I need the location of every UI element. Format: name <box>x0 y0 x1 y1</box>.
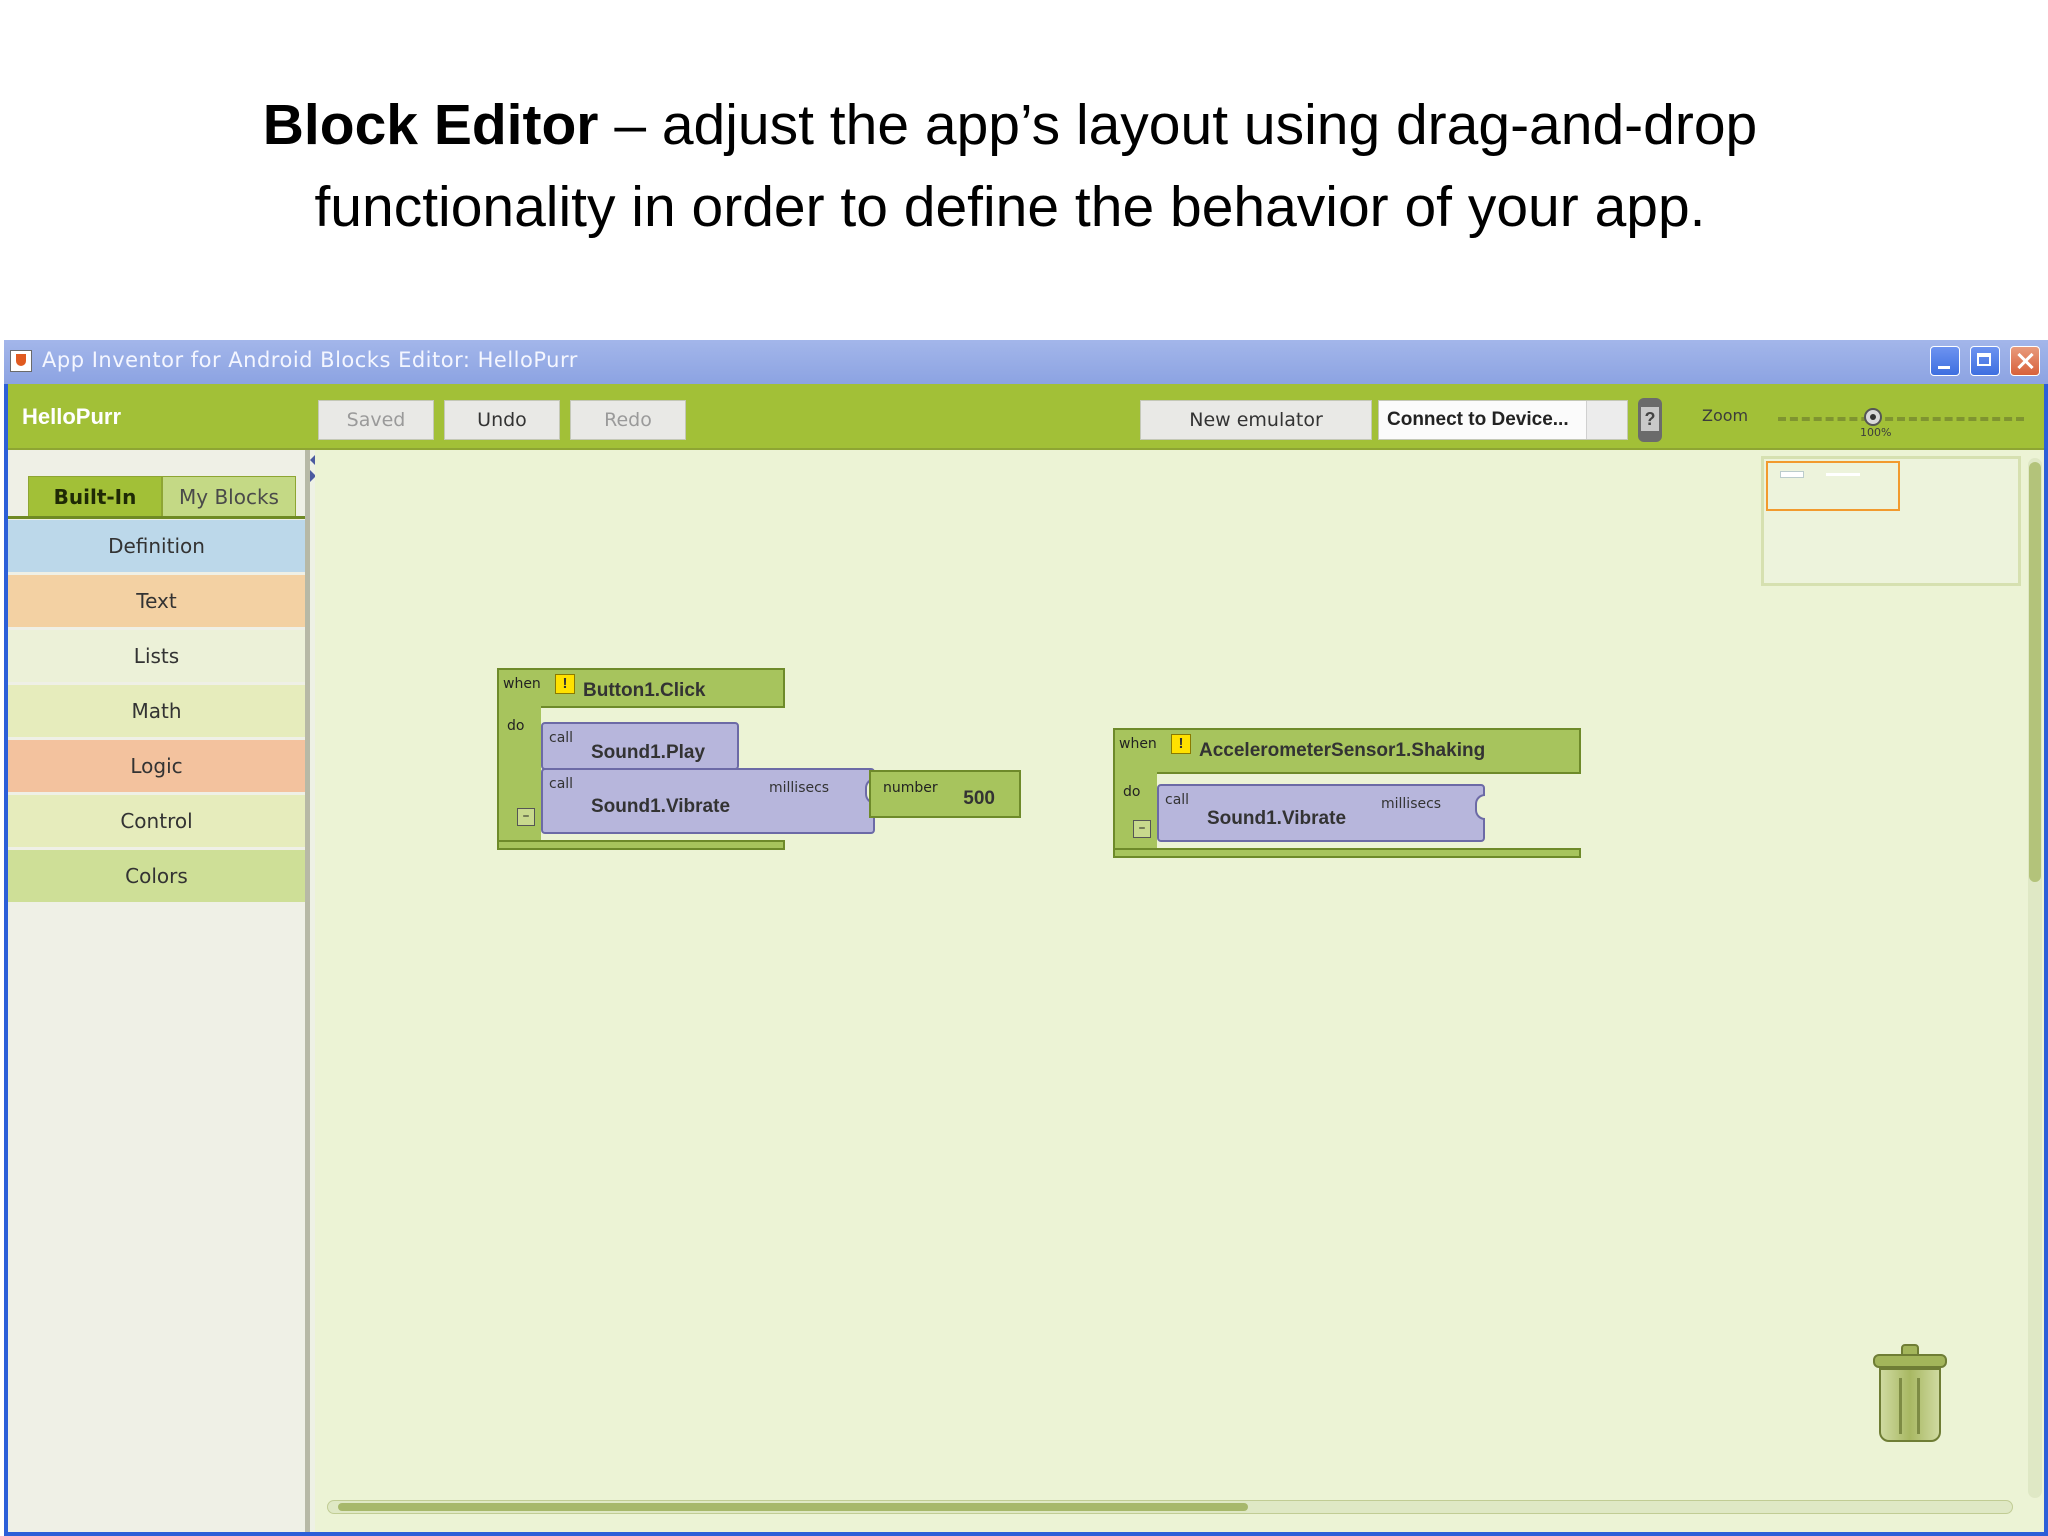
minimap-block <box>1780 471 1804 478</box>
drawer-text[interactable]: Text <box>8 575 305 627</box>
close-button[interactable] <box>2010 346 2040 376</box>
number-value[interactable]: 500 <box>963 788 995 810</box>
redo-button[interactable]: Redo <box>570 400 686 440</box>
vertical-scrollbar-thumb[interactable] <box>2029 462 2041 882</box>
vertical-scrollbar[interactable] <box>2028 458 2042 1498</box>
minimap-block <box>1826 473 1860 476</box>
tab-built-in[interactable]: Built-In <box>28 476 162 516</box>
event-block-footer <box>1113 848 1581 858</box>
trash-can-body <box>1879 1368 1941 1442</box>
project-name: HelloPurr <box>22 404 122 429</box>
slide-title-line2: functionality in order to define the beh… <box>314 175 1706 239</box>
call-block-sound1-vibrate[interactable]: call Sound1.Vibrate millisecs <box>541 768 875 834</box>
workspace-minimap[interactable] <box>1761 456 2021 586</box>
slide-title: Block Editor – adjust the app’s layout u… <box>0 84 2020 248</box>
blocks-editor-window: App Inventor for Android Blocks Editor: … <box>4 340 2048 1536</box>
drawer-colors[interactable]: Colors <box>8 850 305 902</box>
when-keyword: when <box>503 676 541 692</box>
zoom-label: Zoom <box>1702 406 1749 425</box>
drawer-control[interactable]: Control <box>8 795 305 847</box>
event-block-button1-click[interactable]: when ! Button1.Click do – call Sound1.Pl… <box>497 668 1021 858</box>
method-name: Sound1.Play <box>591 742 706 763</box>
when-keyword: when <box>1119 736 1157 752</box>
call-keyword: call <box>549 730 574 746</box>
undo-button[interactable]: Undo <box>444 400 560 440</box>
do-keyword: do <box>507 718 525 734</box>
collapse-icon[interactable]: – <box>517 808 535 826</box>
chevron-down-icon[interactable] <box>1586 401 1627 439</box>
slide-title-line1: – adjust the app’s layout using drag-and… <box>598 93 1758 157</box>
slide-title-bold: Block Editor <box>262 93 599 157</box>
event-block-header[interactable]: when ! Button1.Click <box>497 668 785 708</box>
help-phone-icon[interactable]: ? <box>1638 398 1662 442</box>
drawer-math[interactable]: Math <box>8 685 305 737</box>
event-block-header[interactable]: when ! AccelerometerSensor1.Shaking <box>1113 728 1581 774</box>
call-keyword: call <box>1165 792 1190 808</box>
event-name: AccelerometerSensor1.Shaking <box>1199 740 1486 761</box>
horizontal-scrollbar-thumb[interactable] <box>338 1503 1248 1511</box>
saved-button[interactable]: Saved <box>318 400 434 440</box>
drawer-lists[interactable]: Lists <box>8 630 305 682</box>
toolbar: HelloPurr Saved Undo Redo New emulator C… <box>8 384 2044 450</box>
call-block-sound1-play[interactable]: call Sound1.Play <box>541 722 739 770</box>
event-block-body: do – <box>497 704 541 850</box>
minimap-viewport[interactable] <box>1766 461 1900 511</box>
warning-icon[interactable]: ! <box>1171 734 1191 754</box>
event-block-body: do – <box>1113 770 1157 856</box>
number-block[interactable]: number 500 <box>869 770 1021 818</box>
event-block-accelerometer-shaking[interactable]: when ! AccelerometerSensor1.Shaking do –… <box>1113 728 1583 866</box>
connect-to-device-select[interactable]: Connect to Device... <box>1378 400 1628 440</box>
drawer-list: Definition Text Lists Math Logic Control… <box>8 520 305 905</box>
blocks-workspace[interactable]: when ! Button1.Click do – call Sound1.Pl… <box>315 450 2044 1532</box>
window-title: App Inventor for Android Blocks Editor: … <box>42 348 578 372</box>
drawer-logic[interactable]: Logic <box>8 740 305 792</box>
tab-my-blocks[interactable]: My Blocks <box>162 476 296 516</box>
java-app-icon <box>10 350 32 372</box>
method-name: Sound1.Vibrate <box>591 796 731 817</box>
horizontal-scrollbar[interactable] <box>327 1500 2013 1514</box>
event-name: Button1.Click <box>583 680 706 701</box>
maximize-button[interactable] <box>1970 346 2000 376</box>
new-emulator-button[interactable]: New emulator <box>1140 400 1372 440</box>
event-block-footer <box>497 840 785 850</box>
help-glyph: ? <box>1641 407 1659 431</box>
trash-icon[interactable] <box>1873 1344 1947 1444</box>
param-socket <box>1475 794 1485 820</box>
trash-lid <box>1873 1354 1947 1368</box>
window-client-area: HelloPurr Saved Undo Redo New emulator C… <box>8 384 2044 1532</box>
connect-to-device-label: Connect to Device... <box>1387 409 1569 430</box>
method-name: Sound1.Vibrate <box>1207 808 1347 829</box>
block-drawers-panel: Built-In My Blocks Definition Text Lists… <box>8 450 316 1532</box>
drawer-definition[interactable]: Definition <box>8 520 305 572</box>
zoom-value: 100% <box>1860 426 1892 439</box>
tab-divider <box>8 516 305 519</box>
call-block-sound1-vibrate[interactable]: call Sound1.Vibrate millisecs <box>1157 784 1485 842</box>
zoom-slider-knob[interactable] <box>1864 408 1882 426</box>
number-keyword: number <box>883 780 938 796</box>
window-titlebar[interactable]: App Inventor for Android Blocks Editor: … <box>4 340 2048 384</box>
param-label: millisecs <box>1381 796 1442 812</box>
zoom-slider[interactable] <box>1778 417 2024 421</box>
minimize-button[interactable] <box>1930 346 1960 376</box>
collapse-icon[interactable]: – <box>1133 820 1151 838</box>
param-label: millisecs <box>769 780 830 796</box>
warning-icon[interactable]: ! <box>555 674 575 694</box>
do-keyword: do <box>1123 784 1141 800</box>
call-keyword: call <box>549 776 574 792</box>
